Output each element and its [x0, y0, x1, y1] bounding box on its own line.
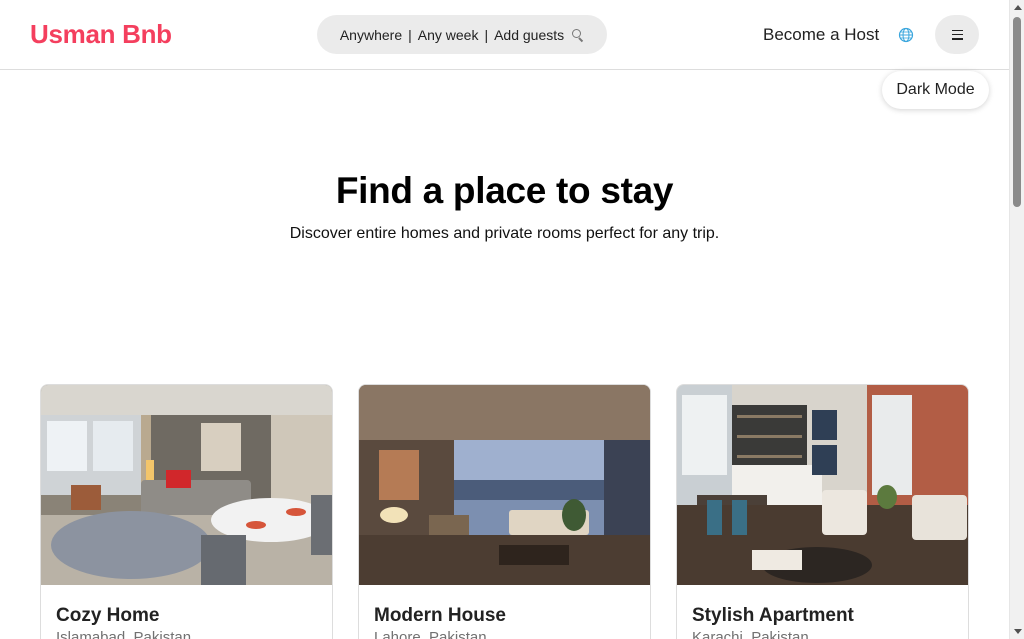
listing-card[interactable]: Cozy Home Islamabad, Pakistan: [40, 384, 333, 639]
menu-button[interactable]: [935, 15, 979, 54]
listing-title[interactable]: Cozy Home: [56, 605, 159, 627]
search-guests[interactable]: Add guests: [494, 27, 564, 43]
globe-icon[interactable]: [898, 27, 914, 43]
scroll-up-arrow-icon[interactable]: [1014, 5, 1022, 10]
listing-location: Karachi, Pakistan: [692, 629, 809, 639]
search-week[interactable]: Any week: [418, 27, 479, 43]
listing-title[interactable]: Modern House: [374, 605, 506, 627]
search-separator: |: [408, 26, 412, 43]
top-navbar: Usman Bnb Anywhere | Any week | Add gues…: [0, 0, 1009, 70]
listing-location: Lahore, Pakistan: [374, 629, 487, 639]
scroll-thumb[interactable]: [1013, 17, 1021, 207]
scroll-down-arrow-icon[interactable]: [1014, 629, 1022, 634]
page: Usman Bnb Anywhere | Any week | Add gues…: [0, 0, 1024, 639]
search-icon[interactable]: [572, 28, 584, 42]
hero-title: Find a place to stay: [335, 170, 674, 211]
become-host-link[interactable]: Become a Host: [763, 25, 879, 45]
listing-card[interactable]: Modern House Lahore, Pakistan: [358, 384, 651, 639]
listing-photo[interactable]: [359, 385, 650, 585]
search-separator: |: [484, 26, 489, 43]
page-scrollbar[interactable]: [1009, 0, 1024, 639]
listing-location: Islamabad, Pakistan: [56, 629, 192, 639]
listing-title[interactable]: Stylish Apartment: [692, 605, 854, 627]
listing-photo[interactable]: [41, 385, 332, 585]
search-anywhere[interactable]: Anywhere: [340, 27, 402, 43]
listing-card[interactable]: Stylish Apartment Karachi, Pakistan: [676, 384, 969, 639]
logo[interactable]: Usman Bnb: [30, 19, 172, 50]
listing-photo[interactable]: [677, 385, 968, 585]
hero-subtitle: Discover entire homes and private rooms …: [289, 225, 720, 242]
dark-mode-toggle[interactable]: Dark Mode: [882, 71, 989, 109]
search-bar[interactable]: Anywhere | Any week | Add guests: [317, 15, 607, 54]
menu-icon: [951, 29, 963, 40]
